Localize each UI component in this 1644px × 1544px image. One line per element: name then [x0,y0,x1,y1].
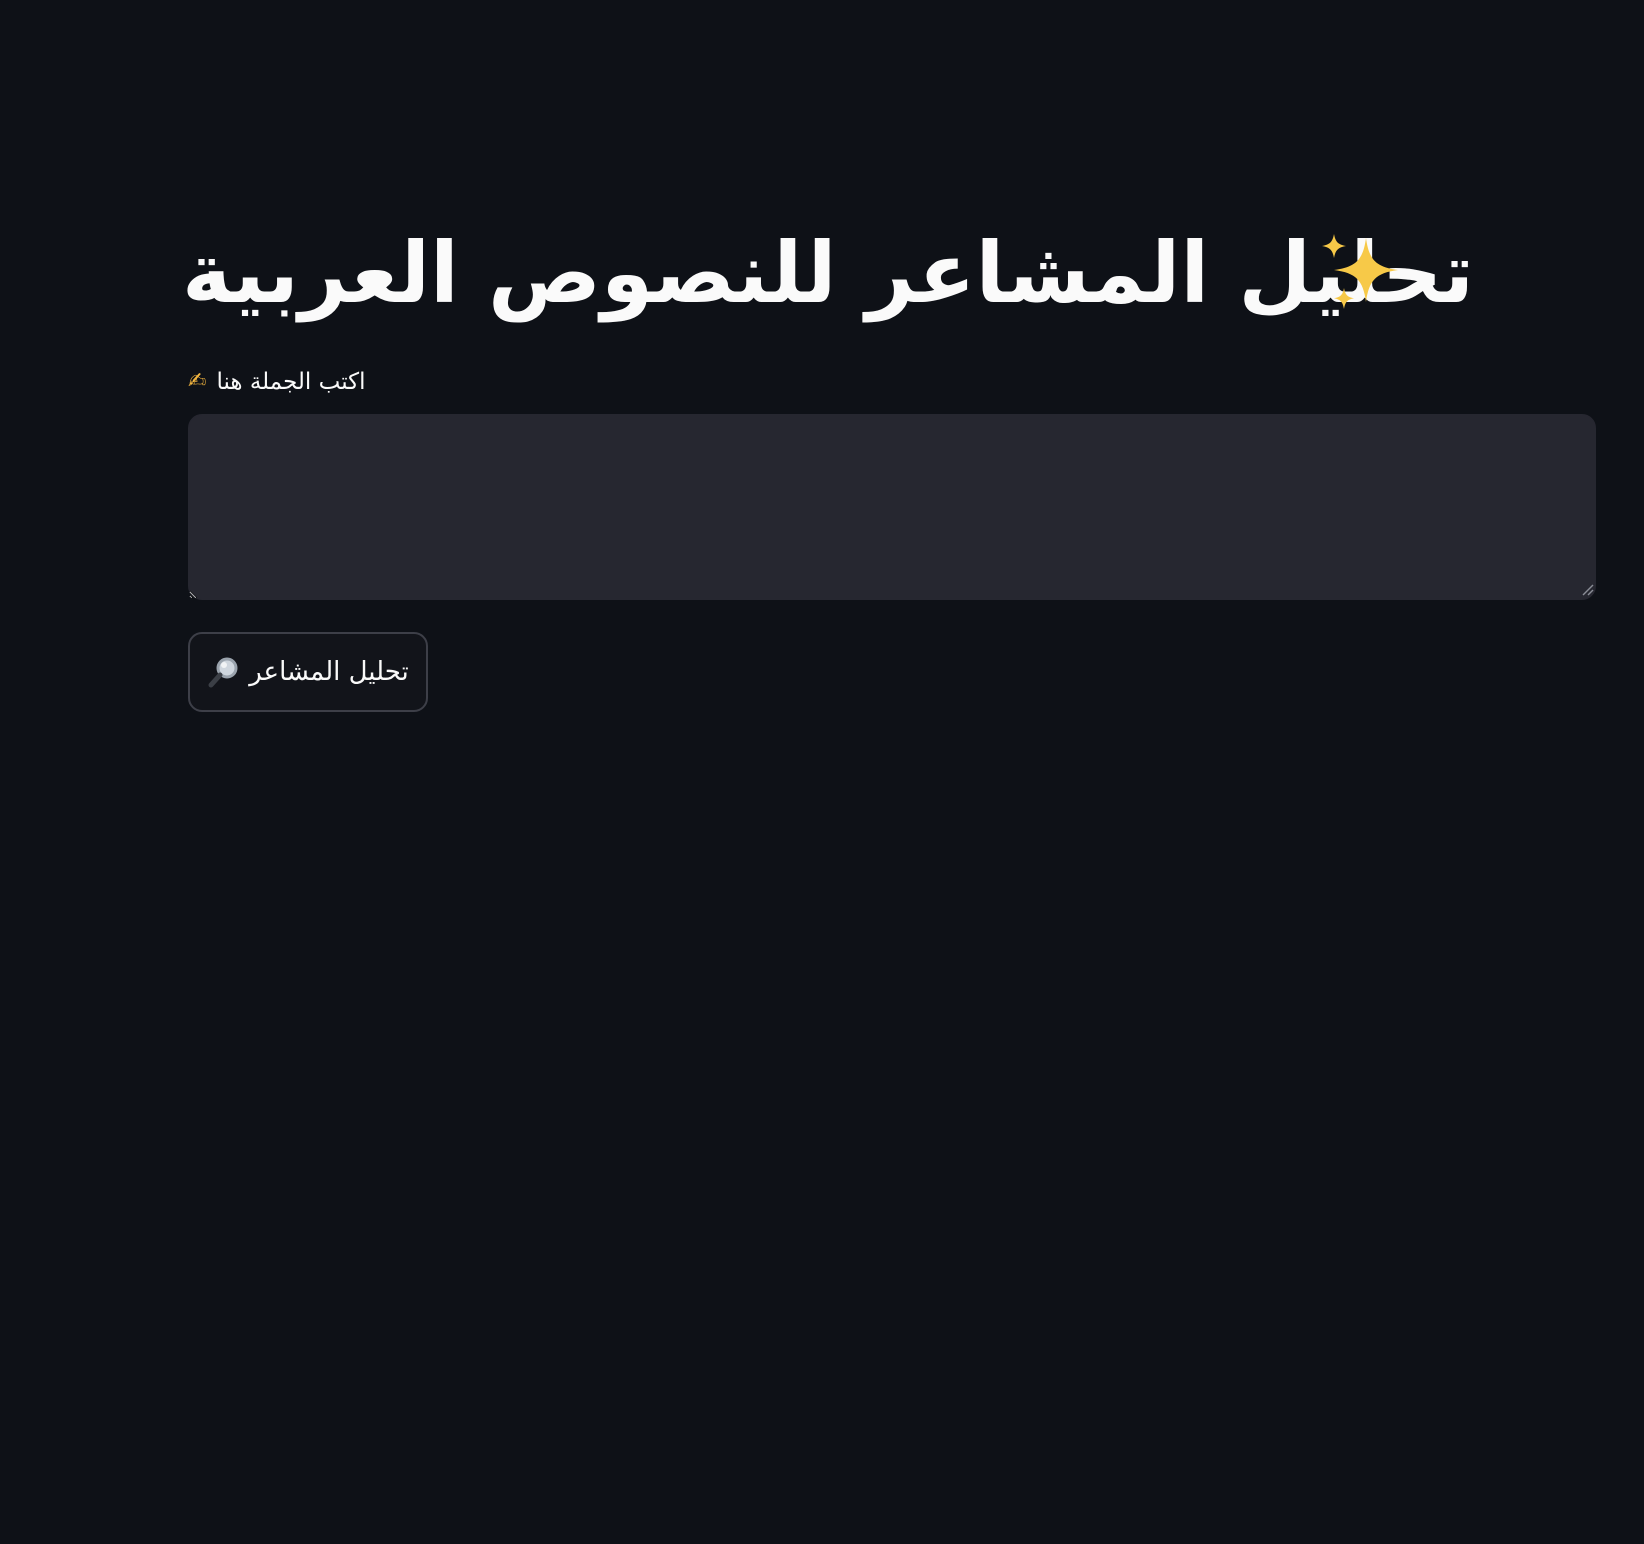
page-title: تحليل المشاعر للنصوص العربية [182,224,1474,322]
analyze-sentiment-button[interactable]: تحليل المشاعر [188,632,428,712]
app-root: تحليل المشاعر للنصوص العربية ✍ اكتب الجم… [0,0,1644,1544]
input-label-row: ✍ اكتب الجملة هنا [188,364,366,400]
page-header: تحليل المشاعر للنصوص العربية [182,218,1596,328]
resize-handle-icon[interactable] [1580,582,1594,596]
sentence-input-container [188,414,1596,600]
analyze-button-label: تحليل المشاعر [249,657,409,687]
sentence-input[interactable] [188,414,1596,600]
writing-hand-icon: ✍ [188,369,207,394]
sparkles-icon [1322,234,1398,309]
magnifier-icon [208,657,238,688]
input-label: اكتب الجملة هنا [216,369,366,395]
